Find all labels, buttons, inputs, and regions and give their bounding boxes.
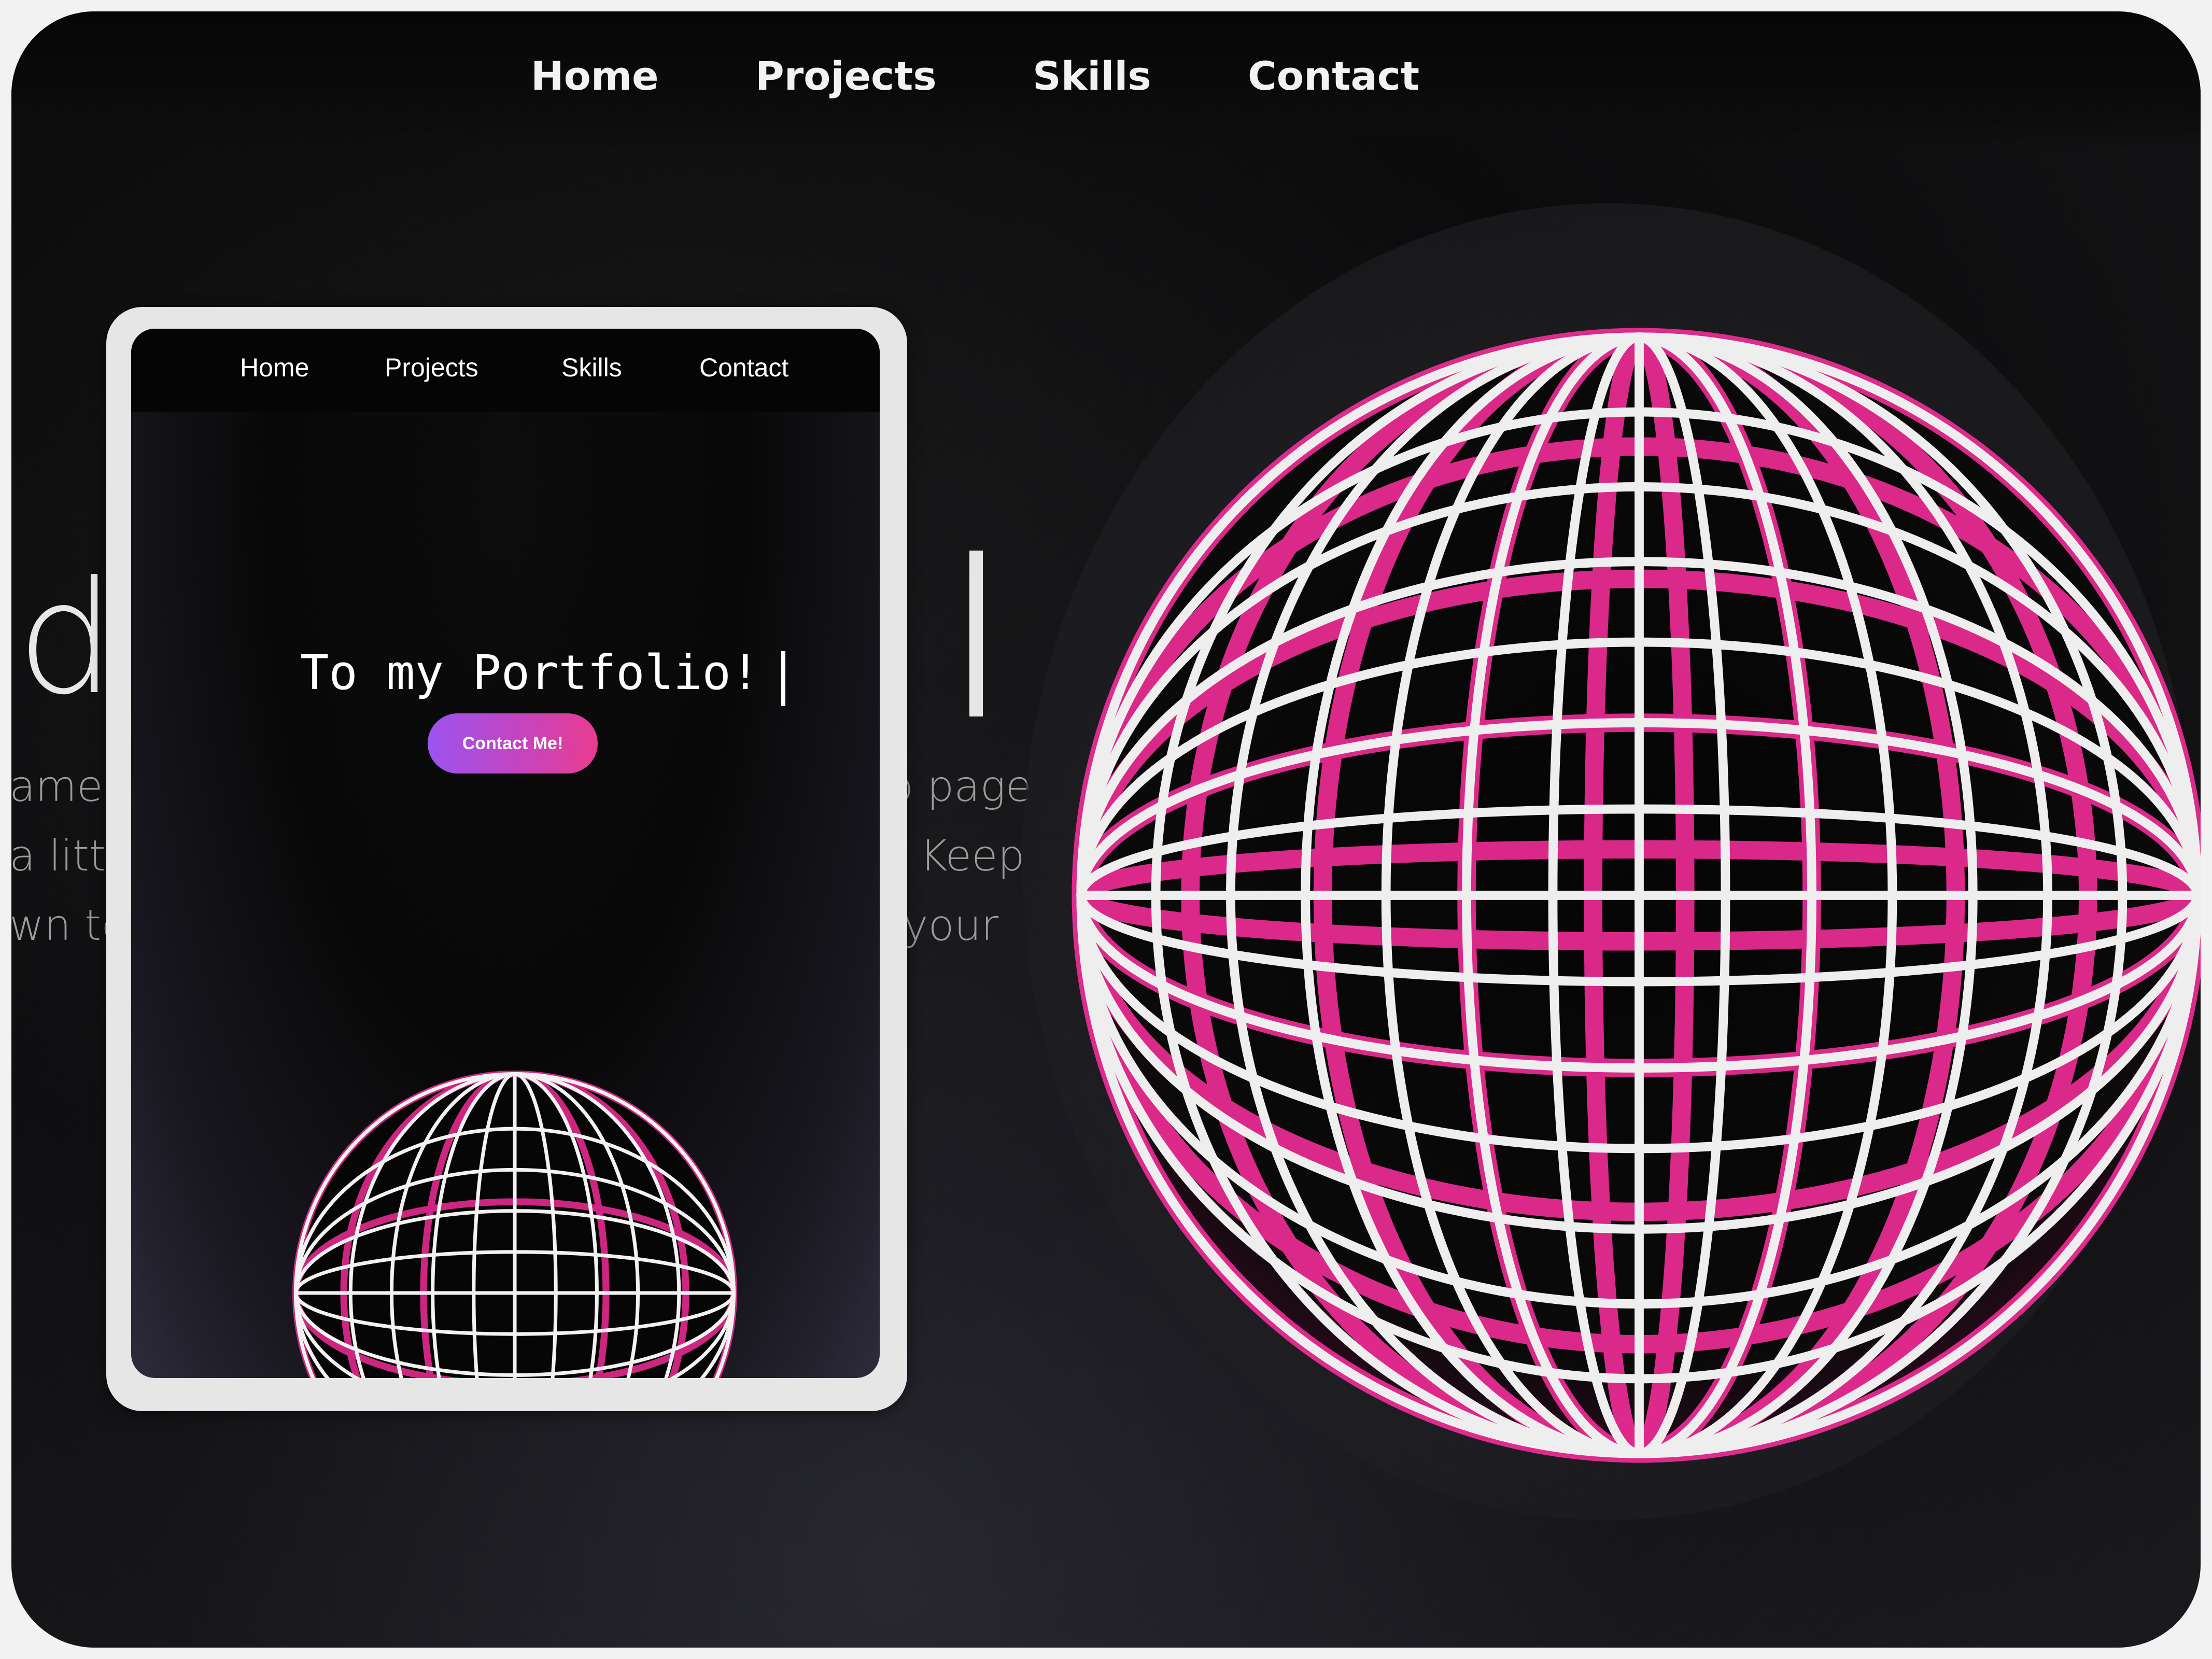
- desktop-nav-home[interactable]: Home: [531, 53, 659, 99]
- desktop-nav-skills[interactable]: Skills: [1033, 53, 1151, 99]
- desktop-intro-line-right-1: o page: [887, 762, 1032, 811]
- desktop-intro-line-right-2: Keep: [920, 832, 1025, 881]
- tablet-nav-contact[interactable]: Contact: [699, 353, 788, 383]
- desktop-hero-heading: d: [17, 548, 116, 729]
- tablet-nav-bar: Home Projects Skills Contact: [131, 329, 880, 412]
- tablet-nav-projects[interactable]: Projects: [385, 353, 478, 383]
- desktop-typing-cursor: [969, 551, 983, 716]
- desktop-intro-line-left-1: ame: [11, 762, 103, 811]
- tablet-typing-cursor: [781, 651, 785, 706]
- tablet-hero-heading: To my Portfolio!: [300, 645, 760, 700]
- tablet-screen: Home Projects Skills Contact To my Portf…: [131, 329, 880, 1378]
- desktop-nav-contact[interactable]: Contact: [1248, 53, 1419, 99]
- desktop-nav-bar: Home Projects Skills Contact: [11, 11, 2201, 151]
- wireframe-globe-icon: [1072, 328, 2201, 1463]
- tablet-nav-home[interactable]: Home: [240, 353, 309, 383]
- wireframe-globe-icon: [292, 1071, 737, 1378]
- contact-me-button[interactable]: Contact Me!: [428, 713, 598, 774]
- desktop-intro-line-right-3: your: [903, 901, 999, 950]
- tablet-preview: Home Projects Skills Contact To my Portf…: [106, 307, 907, 1411]
- desktop-nav-projects[interactable]: Projects: [755, 53, 937, 99]
- tablet-nav-skills[interactable]: Skills: [561, 353, 622, 383]
